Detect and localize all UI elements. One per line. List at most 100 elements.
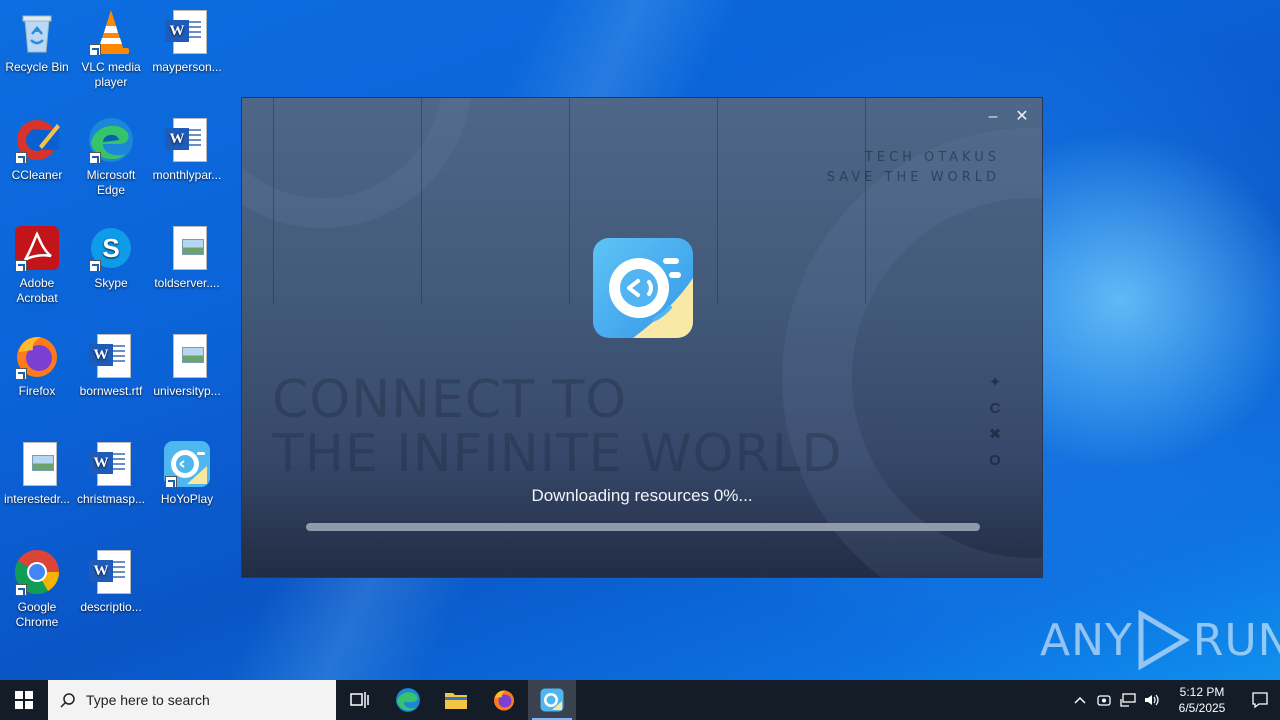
chevron-up-icon [1074, 696, 1086, 704]
desktop-icon-hoyoplay[interactable]: HoYoPlay [149, 440, 225, 507]
desktop-icon-google-chrome[interactable]: Google Chrome [0, 548, 75, 630]
background-decoration [782, 128, 1042, 577]
desktop-icon-label: christmasp... [76, 492, 145, 506]
notification-center-button[interactable] [1240, 680, 1280, 720]
minimize-button[interactable]: – [981, 106, 1005, 128]
background-decoration [242, 98, 472, 228]
shortcut-arrow-icon [89, 44, 101, 56]
taskbar-firefox-button[interactable] [480, 680, 528, 720]
windows-logo-icon [15, 691, 33, 709]
image-file-icon [13, 440, 61, 488]
taskbar-edge-button[interactable] [384, 680, 432, 720]
acrobat-icon [13, 224, 61, 272]
decorative-divider [273, 98, 274, 303]
download-progress-bar [306, 523, 980, 531]
shortcut-arrow-icon [15, 368, 27, 380]
desktop-icon-label: toldserver.... [154, 276, 220, 290]
image-file-icon [163, 224, 211, 272]
desktop-icon-recycle-bin[interactable]: Recycle Bin [0, 8, 75, 75]
desktop-icon-firefox[interactable]: Firefox [0, 332, 75, 399]
speaker-icon [1145, 694, 1159, 706]
tagline: TECH OTAKUS SAVE THE WORLD [827, 148, 1000, 188]
task-view-icon [350, 692, 369, 708]
slogan-line: CONNECT TO [272, 370, 628, 430]
ccleaner-icon [13, 116, 61, 164]
close-button[interactable]: ✕ [1010, 106, 1034, 128]
volume-button[interactable] [1140, 680, 1164, 720]
chrome-icon [13, 548, 61, 596]
desktop-icon-microsoft-edge[interactable]: Microsoft Edge [73, 116, 149, 198]
tray-app-icon[interactable] [1092, 680, 1116, 720]
folder-icon [445, 693, 467, 709]
network-icon [1120, 693, 1136, 707]
desktop: Recycle Bin CCleaner Adobe Acrobat Firef… [0, 0, 1280, 680]
search-icon [60, 693, 75, 708]
desktop-icon-label: Adobe Acrobat [16, 276, 58, 305]
desktop-icon-interestedr[interactable]: interestedr... [0, 440, 75, 507]
shortcut-arrow-icon [15, 152, 27, 164]
meet-now-icon [1097, 695, 1111, 706]
word-document-icon: W [163, 8, 211, 56]
desktop-icon-universityp[interactable]: universityp... [149, 332, 225, 399]
desktop-icon-monthlypar[interactable]: W monthlypar... [149, 116, 225, 183]
play-triangle-icon [1138, 610, 1190, 670]
minimize-icon: – [988, 108, 998, 125]
symbol: ✖ [988, 426, 1002, 443]
taskbar-search-box[interactable]: Type here to search [48, 680, 336, 720]
hoyoplay-icon [540, 688, 564, 712]
desktop-icon-label: mayperson... [152, 60, 222, 74]
side-symbols: ✦ C ✖ O [987, 370, 1003, 474]
desktop-icon-label: bornwest.rtf [79, 384, 143, 398]
notification-icon [1252, 692, 1268, 709]
slogan-line: THE INFINITE WORLD [272, 424, 843, 484]
firefox-icon [494, 690, 514, 711]
watermark-text: ANY [1040, 614, 1133, 666]
tagline-line: SAVE THE WORLD [826, 170, 1000, 185]
shortcut-arrow-icon [15, 584, 27, 596]
taskbar-file-explorer-button[interactable] [432, 680, 480, 720]
network-button[interactable] [1116, 680, 1140, 720]
tagline-line: TECH OTAKUS [864, 150, 1000, 165]
desktop-icon-label: monthlypar... [152, 168, 222, 182]
desktop-icon-label: HoYoPlay [160, 492, 214, 506]
watermark-text: RUN [1192, 614, 1280, 666]
taskbar: Type here to search 5:12 PM 6/5/2025 [0, 680, 1280, 720]
desktop-icon-bornwest[interactable]: W bornwest.rtf [73, 332, 149, 399]
recycle-bin-icon [13, 8, 61, 56]
task-view-button[interactable] [336, 680, 384, 720]
decorative-divider [865, 98, 866, 303]
desktop-icon-label: Recycle Bin [5, 60, 69, 74]
symbol: ✦ [988, 374, 1002, 391]
hoyoplay-launcher-window[interactable]: TECH OTAKUS SAVE THE WORLD CONNECT TO TH… [241, 97, 1043, 578]
show-hidden-icons-button[interactable] [1068, 680, 1092, 720]
decorative-divider [569, 98, 570, 303]
image-file-icon [163, 332, 211, 380]
desktop-icon-adobe-acrobat[interactable]: Adobe Acrobat [0, 224, 75, 306]
start-button[interactable] [0, 680, 48, 720]
shortcut-arrow-icon [89, 152, 101, 164]
desktop-icon-label: interestedr... [3, 492, 71, 506]
word-document-icon: W [163, 116, 211, 164]
download-status: Downloading resources 0%... [531, 486, 753, 505]
desktop-icon-skype[interactable]: S Skype [73, 224, 149, 291]
vlc-cone-icon [87, 8, 135, 56]
desktop-icon-christmasp[interactable]: W christmasp... [73, 440, 149, 507]
hoyoplay-icon [163, 440, 211, 488]
desktop-icon-label: CCleaner [11, 168, 63, 182]
desktop-icon-toldserver[interactable]: toldserver.... [149, 224, 225, 291]
search-placeholder: Type here to search [86, 692, 210, 708]
taskbar-hoyoplay-button[interactable] [528, 680, 576, 720]
desktop-icon-mayperson[interactable]: W mayperson... [149, 8, 225, 75]
edge-icon [87, 116, 135, 164]
decorative-divider [421, 98, 422, 303]
svg-text:S: S [102, 233, 119, 263]
desktop-icon-descriptio[interactable]: W descriptio... [73, 548, 149, 615]
anyrun-watermark: ANY RUN [1040, 608, 1280, 672]
desktop-icon-ccleaner[interactable]: CCleaner [0, 116, 75, 183]
word-document-icon: W [87, 548, 135, 596]
background-slogan: CONNECT TO THE INFINITE WORLD [272, 373, 843, 481]
shortcut-arrow-icon [165, 476, 177, 488]
desktop-icon-label: Skype [94, 276, 128, 290]
desktop-icon-vlc[interactable]: VLC media player [73, 8, 149, 90]
taskbar-clock[interactable]: 5:12 PM 6/5/2025 [1168, 684, 1236, 716]
